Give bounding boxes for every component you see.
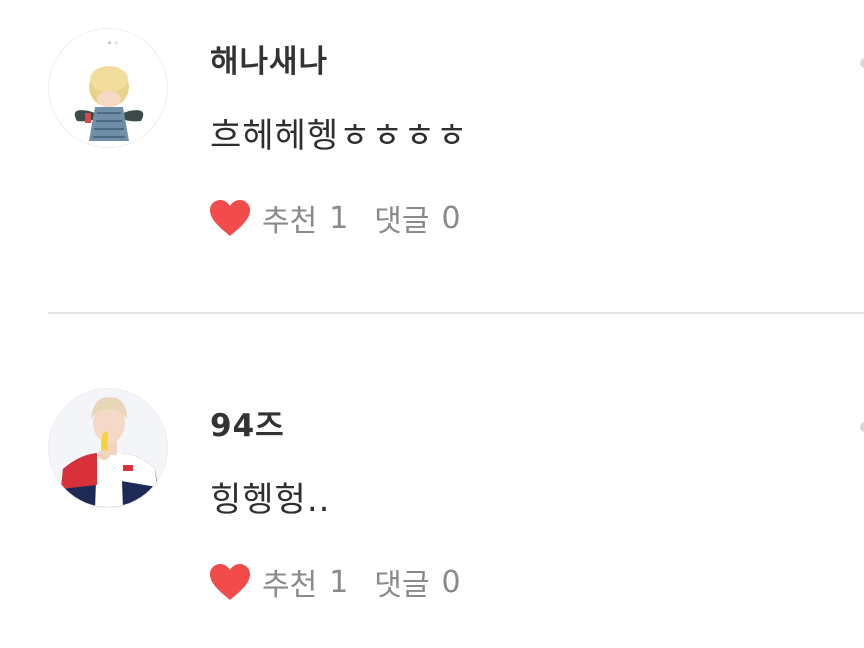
heart-icon[interactable] <box>208 198 252 238</box>
comment-text: 흐헤헤헹ㅎㅎㅎㅎ <box>210 116 469 156</box>
recommend-count: 1 <box>329 200 349 236</box>
recommend-label[interactable]: 추천 <box>262 560 317 604</box>
comment-text: 힝헹헝.. <box>210 480 331 520</box>
more-options-icon[interactable] <box>860 422 864 432</box>
reply-label[interactable]: 댓글 <box>374 196 429 240</box>
reply-label[interactable]: 댓글 <box>374 560 429 604</box>
reply-count: 0 <box>441 564 461 600</box>
svg-text:✦ ✧: ✦ ✧ <box>107 40 119 47</box>
reply-count: 0 <box>441 200 461 236</box>
avatar[interactable]: ✦ ✧ <box>48 28 168 148</box>
recommend-count: 1 <box>329 564 349 600</box>
comment-divider <box>48 312 864 314</box>
avatar[interactable] <box>48 388 168 508</box>
heart-icon[interactable] <box>208 562 252 602</box>
recommend-label[interactable]: 추천 <box>262 196 317 240</box>
comment-username[interactable]: 94즈 <box>210 400 285 445</box>
comment-meta: 추천 1 댓글 0 <box>208 196 487 240</box>
comment-item: ✦ ✧ 해나새나 흐헤헤헹ㅎㅎㅎㅎ 추천 1 댓글 0 <box>0 0 864 312</box>
more-options-icon[interactable] <box>860 58 864 68</box>
comment-item: 94즈 힝헹헝.. 추천 1 댓글 0 <box>0 316 864 648</box>
comment-username[interactable]: 해나새나 <box>210 36 328 81</box>
comment-meta: 추천 1 댓글 0 <box>208 560 487 604</box>
avatar-angel-character-icon: ✦ ✧ <box>49 29 167 147</box>
avatar-person-photo-icon <box>49 389 167 507</box>
